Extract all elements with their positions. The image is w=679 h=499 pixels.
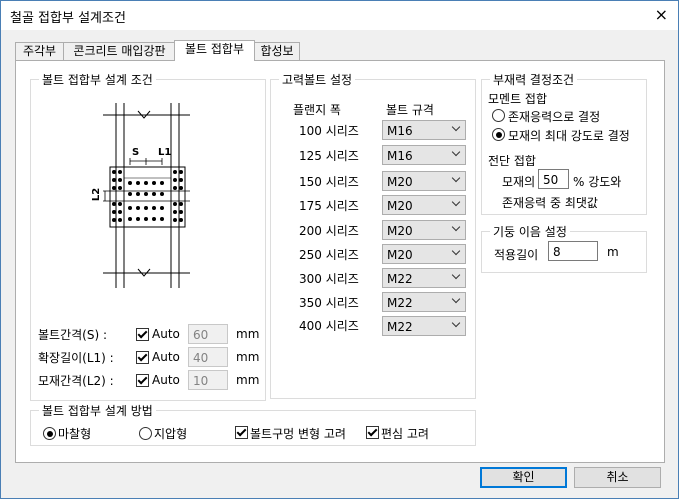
dim-label-l1: L1 — [158, 147, 172, 158]
shear-connection-label: 전단 접합 — [488, 154, 536, 168]
dim-label-l2: L2 — [91, 187, 103, 202]
series-label-175: 175 시리즈 — [299, 199, 359, 213]
bolt-spacing-label: 볼트간격(S) : — [38, 328, 107, 342]
tab-embedded-plate[interactable]: 콘크리트 매입강판 — [63, 42, 176, 60]
moment-existing-stress-radio[interactable] — [492, 109, 505, 122]
tab-composite-beam[interactable]: 합성보 — [254, 42, 300, 60]
bolt-spacing-input[interactable]: 60 — [188, 324, 228, 344]
tab-bolt-connection[interactable]: 볼트 접합부 — [174, 40, 255, 61]
moment-max-strength-label: 모재의 최대 강도로 결정 — [508, 129, 630, 143]
chevron-down-icon — [451, 197, 461, 207]
apply-length-label: 적용길이 — [494, 248, 539, 262]
method-friction-label: 마찰형 — [58, 427, 92, 441]
group-design-conditions: 볼트 접합부 설계 조건 S L1 L2 볼트간격(S): Auto 60 m… — [30, 71, 266, 401]
cancel-button[interactable]: 취소 — [574, 467, 661, 488]
shear-suffix-label: % 강도와 — [573, 175, 622, 189]
chevron-down-icon — [451, 246, 461, 256]
bolt-spacing-auto-label: Auto — [152, 327, 180, 341]
apply-length-unit: m — [607, 245, 619, 259]
extension-length-unit: mm — [236, 350, 260, 364]
method-bearing-label: 지압형 — [154, 427, 188, 441]
base-gap-input[interactable]: 10 — [188, 370, 228, 390]
extension-length-input[interactable]: 40 — [188, 347, 228, 367]
base-gap-unit: mm — [236, 373, 260, 387]
method-bearing-radio[interactable] — [139, 427, 152, 440]
bolt-select-125[interactable]: M16 — [382, 145, 466, 165]
bolt-select-400[interactable]: M22 — [382, 316, 466, 336]
chevron-down-icon — [451, 294, 461, 304]
bolt-hole-deformation-checkbox[interactable] — [235, 426, 248, 439]
series-label-250: 250 시리즈 — [299, 248, 359, 262]
series-label-150: 150 시리즈 — [299, 175, 359, 189]
bolt-select-175[interactable]: M20 — [382, 195, 466, 215]
bolt-select-150[interactable]: M20 — [382, 171, 466, 191]
chevron-down-icon — [451, 173, 461, 183]
shear-prefix-label: 모재의 — [502, 175, 536, 189]
dim-label-s: S — [132, 147, 140, 158]
series-label-200: 200 시리즈 — [299, 224, 359, 238]
extension-length-auto-label: Auto — [152, 350, 180, 364]
bolt-select-250[interactable]: M20 — [382, 244, 466, 264]
chevron-down-icon — [451, 318, 461, 328]
dialog-window: 철골 접합부 설계조건 × 주각부 콘크리트 매입강판 볼트 접합부 합성보 볼… — [0, 0, 679, 499]
group-hs-bolt-title: 고력볼트 설정 — [279, 71, 356, 88]
bolt-spacing-auto-checkbox[interactable] — [136, 328, 149, 341]
bolt-select-100[interactable]: M16 — [382, 120, 466, 140]
method-friction-radio[interactable] — [43, 427, 56, 440]
apply-length-input[interactable]: 8 — [548, 241, 598, 261]
bolt-hole-deformation-label: 볼트구멍 변형 고려 — [250, 427, 346, 441]
group-design-conditions-title: 볼트 접합부 설계 조건 — [39, 71, 156, 88]
ok-button[interactable]: 확인 — [480, 467, 567, 488]
shear-line2-label: 존재응력 중 최댓값 — [502, 196, 598, 210]
tab-panel-bolt-connection: 볼트 접합부 설계 조건 S L1 L2 볼트간격(S): Auto 60 m… — [15, 60, 665, 463]
eccentricity-label: 편심 고려 — [381, 427, 429, 441]
series-label-350: 350 시리즈 — [299, 296, 359, 310]
moment-existing-stress-label: 존재응력으로 결정 — [508, 110, 601, 124]
tab-column-base[interactable]: 주각부 — [15, 42, 64, 60]
moment-connection-label: 모멘트 접합 — [488, 92, 548, 106]
chevron-down-icon — [451, 122, 461, 132]
title-bar: 철골 접합부 설계조건 × — [1, 1, 678, 30]
chevron-down-icon — [451, 222, 461, 232]
bolt-select-350[interactable]: M22 — [382, 292, 466, 312]
window-title: 철골 접합부 설계조건 — [10, 11, 126, 26]
extension-length-label: 확장길이(L1) : — [38, 351, 114, 365]
base-gap-auto-label: Auto — [152, 373, 180, 387]
series-label-125: 125 시리즈 — [299, 149, 359, 163]
shear-strength-percent-input[interactable]: 50 — [538, 169, 569, 189]
chevron-down-icon — [451, 147, 461, 157]
group-design-method-title: 볼트 접합부 설계 방법 — [39, 402, 156, 419]
bolt-spacing-unit: mm — [236, 327, 260, 341]
eccentricity-checkbox[interactable] — [366, 426, 379, 439]
bolt-select-200[interactable]: M20 — [382, 220, 466, 240]
moment-max-strength-radio[interactable] — [492, 128, 505, 141]
col-header-flange-width: 플랜지 폭 — [293, 103, 341, 117]
base-gap-label: 모재간격(L2) : — [38, 374, 114, 388]
close-icon[interactable]: × — [655, 5, 668, 24]
base-gap-auto-checkbox[interactable] — [136, 374, 149, 387]
group-member-force-title: 부재력 결정조건 — [490, 71, 578, 88]
series-label-300: 300 시리즈 — [299, 272, 359, 286]
group-column-splice-title: 기둥 이음 설정 — [490, 223, 570, 240]
bolt-select-300[interactable]: M22 — [382, 268, 466, 288]
chevron-down-icon — [451, 270, 461, 280]
series-label-100: 100 시리즈 — [299, 124, 359, 138]
series-label-400: 400 시리즈 — [299, 319, 359, 333]
extension-length-auto-checkbox[interactable] — [136, 351, 149, 364]
bolt-connection-diagram: S L1 L2 — [91, 103, 193, 288]
col-header-bolt-spec: 볼트 규격 — [386, 103, 434, 117]
